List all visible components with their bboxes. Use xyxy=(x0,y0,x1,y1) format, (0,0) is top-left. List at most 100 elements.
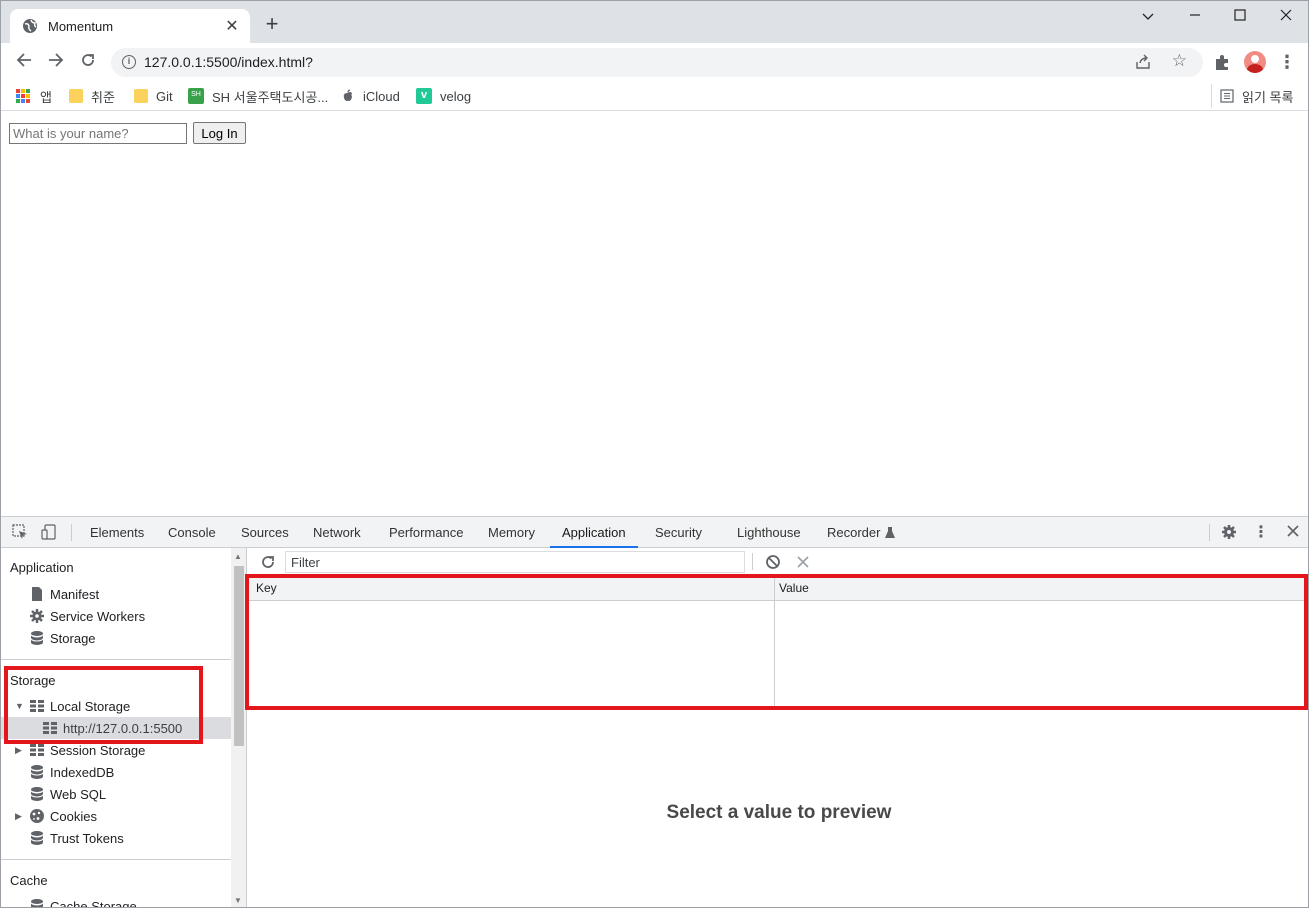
bookmark-label: 앱 xyxy=(40,89,52,105)
folder-icon xyxy=(134,89,148,103)
cookie-icon xyxy=(30,809,44,823)
database-icon xyxy=(30,631,44,645)
flask-icon xyxy=(885,527,895,538)
bookmark-label: velog xyxy=(440,88,472,104)
tab-recorder[interactable]: Recorder xyxy=(827,517,880,548)
tab-lighthouse[interactable]: Lighthouse xyxy=(737,517,801,548)
scroll-up-icon[interactable]: ▲ xyxy=(234,552,242,561)
sidebar-item-service-workers[interactable]: Service Workers xyxy=(29,605,145,627)
apps-grid-icon xyxy=(16,89,30,103)
forward-arrow-icon[interactable] xyxy=(43,49,69,75)
apple-icon xyxy=(343,89,352,101)
title-bar: Momentum ✕ + xyxy=(1,1,1308,43)
sidebar-item-manifest[interactable]: Manifest xyxy=(29,583,99,605)
bookmarks-bar: 앱 취준 Git SH SH 서울주택도시공... iCloud v velog xyxy=(1,81,1308,111)
storage-highlight-box xyxy=(4,666,203,744)
velog-icon: v xyxy=(416,88,432,104)
sh-logo-icon: SH xyxy=(188,88,204,104)
sidebar-item-indexeddb[interactable]: IndexedDB xyxy=(29,761,114,783)
minimize-icon[interactable] xyxy=(1172,5,1218,27)
web-page-content: Log In xyxy=(1,112,1308,516)
bookmark-apps[interactable]: 앱 xyxy=(16,86,52,106)
bookmark-folder-git[interactable]: Git xyxy=(134,86,173,106)
inspect-element-icon[interactable] xyxy=(11,524,29,542)
bookmark-label: 취준 xyxy=(91,89,115,105)
bookmark-icloud[interactable]: iCloud xyxy=(341,86,400,106)
filter-input[interactable] xyxy=(285,551,745,573)
back-arrow-icon[interactable] xyxy=(11,49,37,75)
sidebar-item-cache-storage[interactable]: Cache Storage xyxy=(29,895,137,907)
document-icon xyxy=(32,587,42,601)
scroll-down-icon[interactable]: ▼ xyxy=(234,896,242,905)
bookmark-sh[interactable]: SH SH 서울주택도시공... xyxy=(188,86,328,106)
tab-security[interactable]: Security xyxy=(655,517,702,548)
browser-tab[interactable]: Momentum ✕ xyxy=(10,9,250,43)
url-text: 127.0.0.1:5500/index.html? xyxy=(144,54,313,70)
bookmark-star-icon[interactable]: ☆ xyxy=(1172,51,1187,71)
browser-window: Momentum ✕ + i 127.0.0.1:5500/index.html… xyxy=(0,0,1309,908)
site-info-icon[interactable]: i xyxy=(122,55,136,69)
folder-icon xyxy=(69,89,83,103)
reading-list-label: 읽기 목록 xyxy=(1242,89,1294,105)
globe-icon xyxy=(23,19,37,33)
clear-all-icon[interactable] xyxy=(765,554,781,570)
sidebar-item-trust-tokens[interactable]: Trust Tokens xyxy=(29,827,124,849)
table-grid-icon xyxy=(30,744,44,756)
preview-placeholder: Select a value to preview xyxy=(666,802,892,823)
new-tab-button[interactable]: + xyxy=(261,13,283,36)
section-application: Application xyxy=(10,560,74,575)
device-toolbar-icon[interactable] xyxy=(40,524,58,542)
tab-memory[interactable]: Memory xyxy=(488,517,535,548)
database-icon xyxy=(30,787,44,801)
sidebar-item-cookies[interactable]: ▶ Cookies xyxy=(15,805,97,827)
scrollbar-thumb[interactable] xyxy=(234,566,244,746)
bookmark-folder-prep[interactable]: 취준 xyxy=(69,86,115,106)
reading-list-button[interactable]: 읽기 목록 xyxy=(1211,84,1293,108)
table-highlight-box xyxy=(245,574,1308,710)
tab-sources[interactable]: Sources xyxy=(241,517,289,548)
bookmark-velog[interactable]: v velog xyxy=(416,86,471,106)
reading-list-icon xyxy=(1220,89,1234,103)
profile-avatar[interactable] xyxy=(1244,51,1266,73)
tab-network[interactable]: Network xyxy=(313,517,361,548)
tab-performance[interactable]: Performance xyxy=(389,517,463,548)
filter-toolbar xyxy=(248,548,1308,576)
bookmark-label: iCloud xyxy=(363,88,400,104)
application-sidebar: Application Manifest Service Workers Sto… xyxy=(1,548,247,907)
tab-elements[interactable]: Elements xyxy=(90,517,144,548)
extensions-puzzle-icon[interactable] xyxy=(1213,52,1233,72)
browser-toolbar: i 127.0.0.1:5500/index.html? ☆ ⋮ xyxy=(1,43,1308,81)
delete-selected-icon[interactable] xyxy=(797,556,809,568)
share-icon[interactable] xyxy=(1135,54,1151,70)
settings-gear-icon[interactable] xyxy=(1220,524,1238,542)
gear-icon xyxy=(30,609,44,623)
sidebar-item-storage[interactable]: Storage xyxy=(29,627,96,649)
database-icon xyxy=(30,765,44,779)
collapsed-triangle-icon: ▶ xyxy=(15,744,22,755)
database-icon xyxy=(31,899,43,907)
collapsed-triangle-icon: ▶ xyxy=(15,810,22,821)
devtools-panel: Elements Console Sources Network Perform… xyxy=(1,516,1308,907)
tab-title: Momentum xyxy=(48,18,114,34)
name-input[interactable] xyxy=(9,123,187,144)
tab-close-icon[interactable]: ✕ xyxy=(224,16,240,36)
chevron-down-icon[interactable] xyxy=(1125,5,1171,27)
reload-icon[interactable] xyxy=(75,49,101,75)
login-button[interactable]: Log In xyxy=(193,122,246,144)
address-bar[interactable]: i 127.0.0.1:5500/index.html? ☆ xyxy=(111,48,1203,77)
close-icon[interactable] xyxy=(1263,5,1308,27)
tab-application[interactable]: Application xyxy=(550,517,638,548)
sidebar-item-web-sql[interactable]: Web SQL xyxy=(29,783,106,805)
devtools-close-icon[interactable] xyxy=(1284,524,1302,542)
refresh-icon[interactable] xyxy=(260,554,276,570)
tab-console[interactable]: Console xyxy=(168,517,216,548)
database-icon xyxy=(30,831,44,845)
devtools-tab-bar: Elements Console Sources Network Perform… xyxy=(1,517,1308,548)
storage-main-panel: Key Value Select a value to preview xyxy=(245,548,1308,907)
bookmark-label: SH 서울주택도시공... xyxy=(212,89,329,105)
maximize-icon[interactable] xyxy=(1217,5,1263,27)
devtools-menu-icon[interactable]: ⋮ xyxy=(1252,524,1270,542)
bookmark-label: Git xyxy=(156,88,173,104)
kebab-menu-icon[interactable]: ⋮ xyxy=(1277,51,1297,73)
section-cache: Cache xyxy=(10,873,48,888)
